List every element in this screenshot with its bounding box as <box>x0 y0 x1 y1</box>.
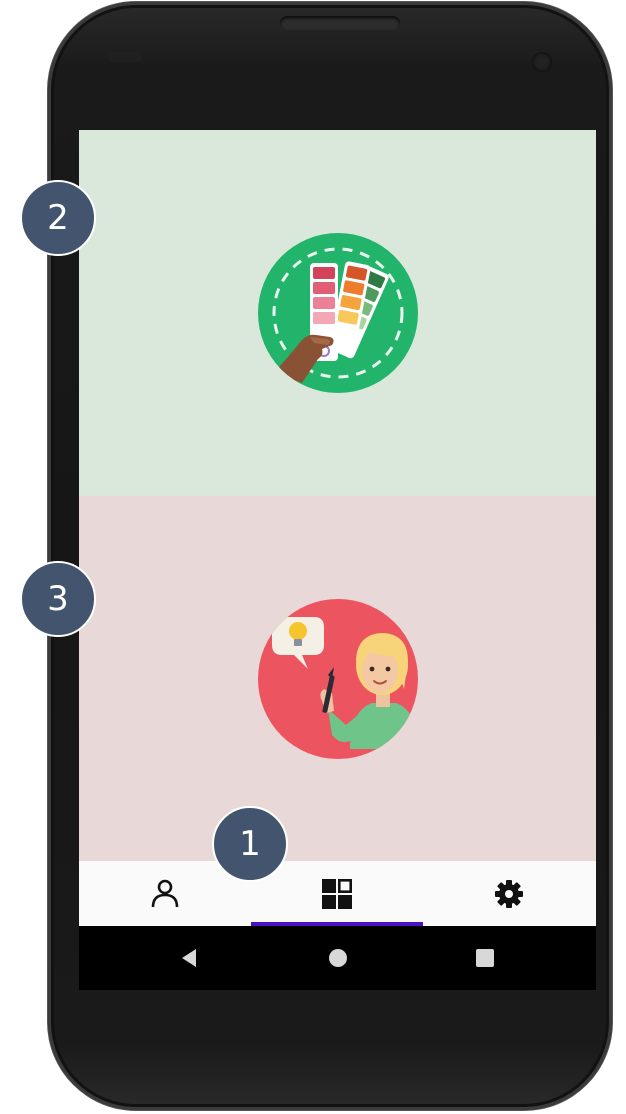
app-screen <box>79 130 596 990</box>
woman-with-idea-icon <box>257 599 418 759</box>
system-back-button[interactable] <box>159 926 219 990</box>
system-home-button[interactable] <box>308 926 368 990</box>
bottom-navigation-bar <box>79 861 596 926</box>
callout-2: 2 <box>20 180 96 256</box>
home-circle-icon <box>329 949 347 967</box>
callout-3: 3 <box>20 561 96 637</box>
system-recents-button[interactable] <box>455 926 515 990</box>
recents-square-icon <box>476 949 494 967</box>
earpiece-speaker <box>280 16 400 30</box>
back-triangle-icon <box>182 949 196 967</box>
color-palette-panel[interactable] <box>79 130 596 496</box>
color-palette-swatch-icon <box>257 233 418 393</box>
dashboard-grid-icon <box>322 878 352 909</box>
nav-tab-settings[interactable] <box>423 861 595 926</box>
system-navigation-bar <box>79 926 596 990</box>
person-icon <box>151 879 179 907</box>
front-camera-icon <box>532 52 552 72</box>
callout-1: 1 <box>212 806 288 882</box>
proximity-sensor <box>108 52 142 62</box>
gear-icon <box>495 879 523 908</box>
idea-panel[interactable] <box>79 496 596 862</box>
